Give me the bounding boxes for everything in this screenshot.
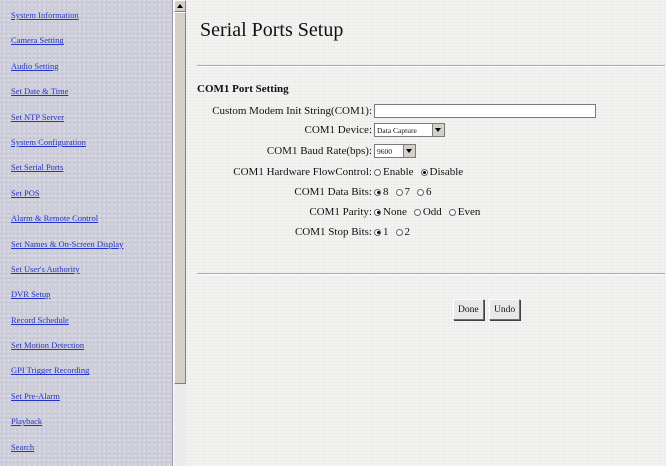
modem-init-row: Custom Modem Init String(COM1): — [186, 103, 596, 119]
sidebar-item-set-users-authority[interactable]: Set User's Authority — [11, 259, 172, 284]
sidebar-link[interactable]: Audio Setting — [11, 61, 58, 71]
sidebar-item-set-pre-alarm[interactable]: Set Pre-Alarm — [11, 386, 172, 411]
stop-bits-2-label: 2 — [404, 226, 411, 238]
scrollbar-thumb[interactable] — [174, 12, 186, 384]
baud-select[interactable]: 9600 — [374, 144, 416, 158]
parity-row: COM1 Parity: None Odd Even — [186, 204, 487, 220]
data-bits-7-label: 7 — [404, 186, 411, 198]
device-label: COM1 Device: — [304, 124, 372, 136]
sidebar-item-set-names-osd[interactable]: Set Names & On-Screen Display — [11, 234, 172, 259]
sidebar-item-system-information[interactable]: System Information — [11, 5, 172, 30]
flow-control-row: COM1 Hardware FlowControl: Enable Disabl… — [186, 164, 470, 180]
chevron-down-icon[interactable] — [432, 124, 444, 136]
sidebar-item-set-motion-detection[interactable]: Set Motion Detection — [11, 335, 172, 360]
data-bits-8-label: 8 — [383, 186, 389, 198]
parity-none-label: None — [383, 206, 407, 218]
parity-none-radio[interactable] — [374, 208, 381, 216]
sidebar-link[interactable]: Set Pre-Alarm — [11, 391, 60, 401]
sidebar-link[interactable]: System Information — [11, 10, 79, 20]
parity-even-radio[interactable] — [448, 208, 456, 216]
stop-bits-row: COM1 Stop Bits: 1 2 — [186, 224, 417, 240]
sidebar-link[interactable]: Set Serial Ports — [11, 162, 63, 172]
sidebar-link[interactable]: Alarm & Remote Control — [11, 213, 98, 223]
divider — [197, 65, 665, 67]
sidebar-item-set-date-time[interactable]: Set Date & Time — [11, 81, 172, 106]
sidebar-link[interactable]: System Configuration — [11, 137, 86, 147]
data-bits-row: COM1 Data Bits: 8 7 6 — [186, 184, 439, 200]
device-select[interactable]: Data Capture — [374, 123, 445, 137]
sidebar-link[interactable]: Set NTP Server — [11, 112, 64, 122]
sidebar-link[interactable]: GPI Trigger Recording — [11, 365, 89, 375]
flow-disable-radio[interactable] — [420, 168, 428, 176]
sidebar-item-dvr-setup[interactable]: DVR Setup — [11, 284, 172, 309]
flow-disable-label: Disable — [429, 166, 464, 178]
flow-enable-label: Enable — [383, 166, 414, 178]
sidebar-link[interactable]: Set Date & Time — [11, 86, 68, 96]
flow-enable-radio[interactable] — [374, 168, 381, 176]
device-row: COM1 Device: Data Capture — [186, 122, 445, 138]
sidebar-item-playback[interactable]: Playback — [11, 411, 172, 436]
sidebar-link[interactable]: Set POS — [11, 188, 40, 198]
sidebar-item-audio-setting[interactable]: Audio Setting — [11, 56, 172, 81]
data-bits-7-radio[interactable] — [395, 188, 403, 196]
parity-odd-label: Odd — [422, 206, 442, 218]
stop-bits-2-radio[interactable] — [395, 228, 403, 236]
scroll-up-arrow-icon[interactable] — [174, 0, 186, 12]
sidebar-link[interactable]: Playback — [11, 416, 42, 426]
sidebar-item-camera-setting[interactable]: Camera Setting — [11, 30, 172, 55]
sidebar-link[interactable]: Search — [11, 442, 34, 452]
sidebar-item-set-serial-ports[interactable]: Set Serial Ports — [11, 157, 172, 182]
data-bits-8-radio[interactable] — [374, 188, 381, 196]
sidebar-link[interactable]: DVR Setup — [11, 289, 50, 299]
sidebar-item-gpi-trigger-recording[interactable]: GPI Trigger Recording — [11, 360, 172, 385]
chevron-down-icon[interactable] — [403, 145, 415, 157]
undo-button[interactable]: Undo — [489, 299, 521, 320]
sidebar-item-alarm-remote-control[interactable]: Alarm & Remote Control — [11, 208, 172, 233]
page-title: Serial Ports Setup — [200, 19, 344, 41]
stop-bits-1-label: 1 — [383, 226, 389, 238]
sidebar-item-set-pos[interactable]: Set POS — [11, 183, 172, 208]
sidebar-nav: System Information Camera Setting Audio … — [0, 0, 173, 466]
done-button[interactable]: Done — [453, 299, 484, 320]
baud-select-value: 9600 — [377, 146, 392, 156]
sidebar-link[interactable]: Set User's Authority — [11, 264, 80, 274]
main-content: Serial Ports Setup COM1 Port Setting Cus… — [186, 0, 666, 466]
modem-init-label: Custom Modem Init String(COM1): — [212, 105, 372, 117]
sidebar-item-set-ntp-server[interactable]: Set NTP Server — [11, 107, 172, 132]
sidebar-scrollbar[interactable] — [173, 0, 186, 466]
stop-bits-1-radio[interactable] — [374, 228, 381, 236]
data-bits-6-radio[interactable] — [417, 188, 424, 196]
modem-init-input[interactable] — [374, 104, 596, 118]
section-title: COM1 Port Setting — [197, 83, 289, 95]
baud-row: COM1 Baud Rate(bps): 9600 — [186, 143, 416, 159]
stop-bits-label: COM1 Stop Bits: — [294, 226, 372, 238]
sidebar-item-system-configuration[interactable]: System Configuration — [11, 132, 172, 157]
sidebar-link[interactable]: Camera Setting — [11, 35, 64, 45]
parity-odd-radio[interactable] — [413, 208, 421, 216]
parity-even-label: Even — [457, 206, 481, 218]
sidebar-item-search[interactable]: Search — [11, 437, 172, 462]
data-bits-label: COM1 Data Bits: — [294, 186, 372, 198]
sidebar-link[interactable]: Record Schedule — [11, 315, 69, 325]
baud-label: COM1 Baud Rate(bps): — [266, 145, 372, 157]
device-select-value: Data Capture — [377, 125, 417, 135]
flow-control-label: COM1 Hardware FlowControl: — [233, 166, 372, 178]
sidebar-link[interactable]: Set Motion Detection — [11, 340, 84, 350]
parity-label: COM1 Parity: — [309, 206, 372, 218]
data-bits-6-label: 6 — [426, 186, 432, 198]
sidebar-item-record-schedule[interactable]: Record Schedule — [11, 310, 172, 335]
sidebar-link[interactable]: Set Names & On-Screen Display — [11, 239, 123, 249]
divider — [197, 273, 665, 275]
